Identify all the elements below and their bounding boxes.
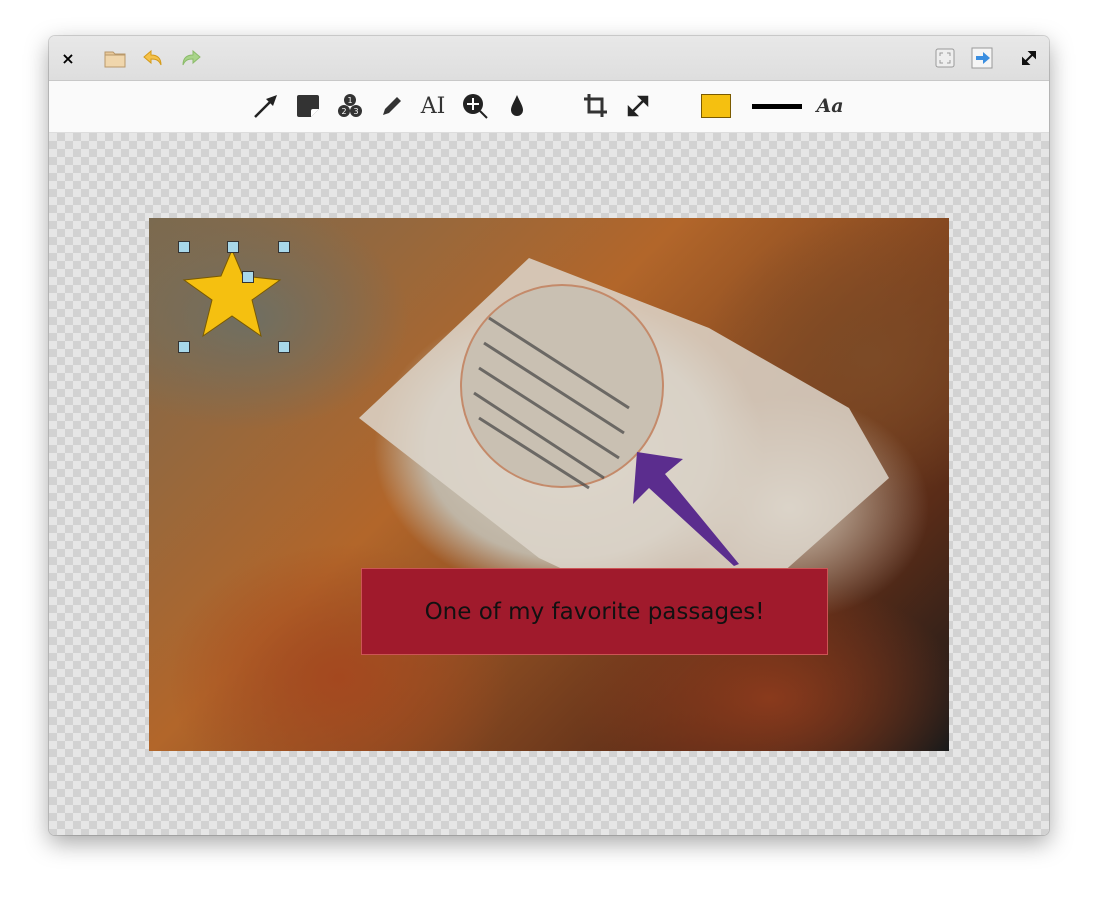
resize-handle[interactable] [278,241,290,253]
color-picker-button[interactable] [701,91,731,121]
magnifier-annotation[interactable] [460,284,664,488]
close-button[interactable]: × [54,44,82,72]
photo-image: One of my favorite passages! [149,218,949,751]
pencil-tool-icon[interactable] [377,91,407,121]
text-banner-annotation[interactable]: One of my favorite passages! [361,568,828,655]
fit-icon[interactable] [931,44,959,72]
tool-bar: 123 AI Aa [49,81,1049,133]
undo-icon[interactable] [139,44,167,72]
counter-tool-icon[interactable]: 123 [335,91,365,121]
svg-text:2: 2 [341,107,346,116]
magnifier-tool-icon[interactable] [460,91,490,121]
fullscreen-icon[interactable] [1015,44,1043,72]
text-tool-icon[interactable]: AI [418,91,448,121]
star-annotation[interactable] [182,248,282,338]
resize-handle[interactable] [278,341,290,353]
open-folder-icon[interactable] [101,44,129,72]
line-width-button[interactable] [751,91,803,121]
svg-text:3: 3 [353,107,358,116]
redo-icon[interactable] [177,44,205,72]
svg-text:1: 1 [347,96,352,105]
resize-handle[interactable] [178,241,190,253]
title-bar: × [49,36,1049,81]
crop-tool-icon[interactable] [581,91,611,121]
resize-handle[interactable] [178,341,190,353]
font-button[interactable]: Aa [815,91,845,121]
arrow-tool-icon[interactable] [251,91,281,121]
canvas-area[interactable]: One of my favorite passages! [49,133,1049,835]
editor-window: × 123 AI Aa One of my favorite passages! [49,36,1049,835]
resize-handle[interactable] [227,241,239,253]
resize-tool-icon[interactable] [623,91,653,121]
rotate-handle[interactable] [242,271,254,283]
blur-tool-icon[interactable] [502,91,532,121]
sticker-tool-icon[interactable] [293,91,323,121]
export-icon[interactable] [969,44,997,72]
